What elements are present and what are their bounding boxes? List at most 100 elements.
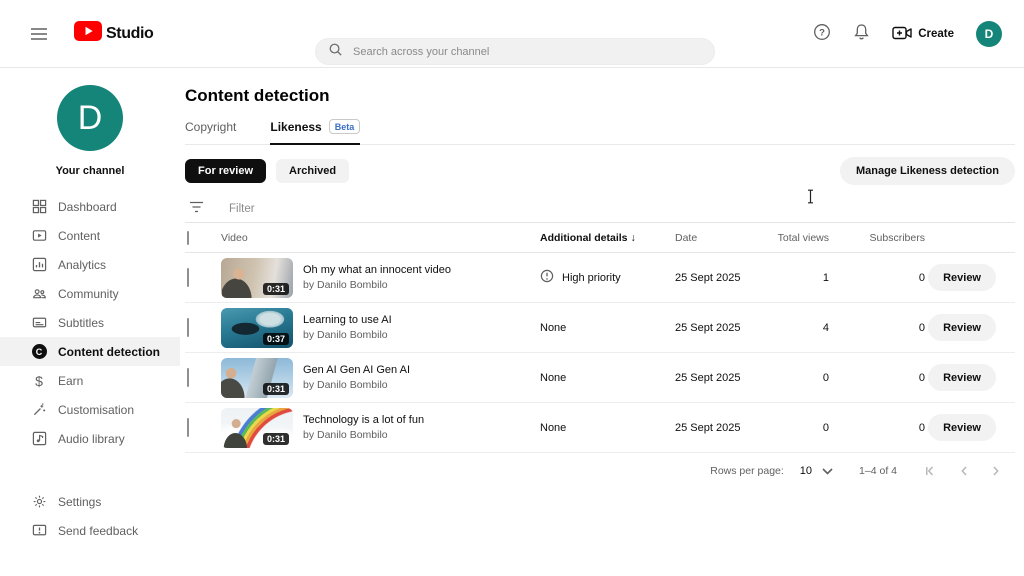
earn-icon: $ bbox=[35, 372, 43, 389]
table-row[interactable]: 0:31 Oh my what an innocent video by Dan… bbox=[185, 253, 1015, 303]
row-checkbox[interactable] bbox=[187, 367, 189, 387]
sidebar-item-audio-library[interactable]: Audio library bbox=[0, 424, 180, 453]
sort-descending-icon: ↓ bbox=[630, 231, 636, 244]
sidebar-item-analytics[interactable]: Analytics bbox=[0, 250, 180, 279]
youtube-studio-app: Studio ? Create D D bbox=[0, 0, 1024, 576]
sidebar-item-customisation[interactable]: Customisation bbox=[0, 395, 180, 424]
previous-page-icon[interactable] bbox=[960, 466, 968, 476]
analytics-icon bbox=[31, 257, 47, 273]
review-button[interactable]: Review bbox=[928, 364, 996, 391]
tab-likeness[interactable]: Likeness Beta bbox=[270, 119, 361, 145]
subscribers-cell: 0 bbox=[918, 371, 925, 384]
column-subscribers: Subscribers bbox=[869, 231, 925, 244]
date-cell: 25 Sept 2025 bbox=[675, 371, 741, 384]
video-meta[interactable]: Gen AI Gen AI Gen AI by Danilo Bombilo bbox=[303, 364, 410, 391]
sidebar-item-send-feedback[interactable]: Send feedback bbox=[0, 516, 180, 545]
row-checkbox[interactable] bbox=[187, 267, 189, 287]
main-content: Content detection Copyright Likeness Bet… bbox=[180, 68, 1024, 576]
channel-avatar[interactable]: D bbox=[57, 85, 123, 151]
sidebar-item-subtitles[interactable]: Subtitles bbox=[0, 308, 180, 337]
subscribers-cell: 0 bbox=[918, 271, 925, 284]
notifications-icon[interactable] bbox=[853, 23, 870, 46]
rows-per-page-value[interactable]: 10 bbox=[800, 465, 812, 477]
video-thumbnail[interactable]: 0:37 bbox=[221, 307, 293, 348]
duration-badge: 0:37 bbox=[262, 332, 289, 345]
first-page-icon[interactable] bbox=[925, 466, 936, 476]
filter-chip-for-review[interactable]: For review bbox=[185, 159, 267, 183]
next-page-icon[interactable] bbox=[992, 466, 1000, 476]
search-bar[interactable] bbox=[315, 38, 715, 65]
video-meta[interactable]: Learning to use AI by Danilo Bombilo bbox=[303, 314, 392, 341]
sidebar-item-community[interactable]: Community bbox=[0, 279, 180, 308]
duration-badge: 0:31 bbox=[262, 282, 289, 295]
row-checkbox[interactable] bbox=[187, 317, 189, 337]
video-title: Technology is a lot of fun bbox=[303, 414, 425, 426]
account-avatar[interactable]: D bbox=[976, 21, 1002, 47]
sidebar-item-content[interactable]: Content bbox=[0, 221, 180, 250]
filter-chip-archived[interactable]: Archived bbox=[276, 159, 350, 183]
settings-icon bbox=[31, 494, 47, 510]
select-all-checkbox[interactable] bbox=[187, 230, 189, 245]
menu-icon[interactable] bbox=[30, 27, 48, 41]
sidebar-item-dashboard[interactable]: Dashboard bbox=[0, 192, 180, 221]
youtube-studio-logo[interactable]: Studio bbox=[74, 21, 154, 46]
subscribers-cell: 0 bbox=[918, 421, 925, 434]
details-text: None bbox=[540, 421, 567, 434]
page-range-label: 1–4 of 4 bbox=[859, 465, 897, 477]
video-author: by Danilo Bombilo bbox=[303, 429, 388, 441]
search-input[interactable] bbox=[353, 45, 693, 58]
top-right-actions: ? Create D bbox=[813, 0, 1002, 68]
chevron-down-icon[interactable] bbox=[822, 467, 833, 475]
page-title: Content detection bbox=[185, 86, 330, 105]
sidebar-item-settings[interactable]: Settings bbox=[0, 487, 180, 516]
column-total-views: Total views bbox=[777, 231, 829, 244]
date-cell: 25 Sept 2025 bbox=[675, 271, 741, 284]
text-cursor-pointer bbox=[806, 189, 815, 209]
table-row[interactable]: 0:37 Learning to use AI by Danilo Bombil… bbox=[185, 303, 1015, 353]
beta-badge: Beta bbox=[328, 119, 361, 134]
search-icon bbox=[328, 42, 343, 62]
content-detection-icon: C bbox=[31, 344, 47, 360]
date-cell: 25 Sept 2025 bbox=[675, 321, 741, 334]
views-cell: 4 bbox=[822, 321, 829, 334]
sidebar-nav: Dashboard Content Analytics Community Su… bbox=[0, 192, 180, 453]
video-thumbnail[interactable]: 0:31 bbox=[221, 407, 293, 448]
details-text: None bbox=[540, 371, 567, 384]
sidebar-item-earn[interactable]: $ Earn bbox=[0, 366, 180, 395]
views-cell: 1 bbox=[822, 271, 829, 284]
table-pagination: Rows per page: 10 1–4 of 4 bbox=[185, 453, 1015, 489]
svg-text:?: ? bbox=[819, 27, 825, 38]
video-title: Gen AI Gen AI Gen AI bbox=[303, 364, 411, 376]
sidebar-footer: Settings Send feedback bbox=[0, 487, 180, 545]
filter-bar[interactable]: Filter bbox=[185, 195, 1015, 223]
audio-library-icon bbox=[31, 431, 47, 447]
review-button[interactable]: Review bbox=[928, 264, 996, 291]
date-cell: 25 Sept 2025 bbox=[675, 421, 741, 434]
table-row[interactable]: 0:31 Technology is a lot of fun by Danil… bbox=[185, 403, 1015, 453]
video-author: by Danilo Bombilo bbox=[303, 279, 388, 291]
table-row[interactable]: 0:31 Gen AI Gen AI Gen AI by Danilo Bomb… bbox=[185, 353, 1015, 403]
subscribers-cell: 0 bbox=[918, 321, 925, 334]
review-button[interactable]: Review bbox=[928, 314, 996, 341]
help-icon[interactable]: ? bbox=[813, 23, 831, 46]
create-button[interactable]: Create bbox=[892, 25, 954, 44]
subtitles-icon bbox=[31, 315, 47, 331]
video-meta[interactable]: Oh my what an innocent video by Danilo B… bbox=[303, 264, 451, 291]
column-video: Video bbox=[221, 231, 248, 244]
dashboard-icon bbox=[31, 199, 47, 215]
column-additional-details[interactable]: Additional details ↓ bbox=[533, 232, 669, 244]
filter-icon bbox=[189, 200, 204, 218]
tab-copyright[interactable]: Copyright bbox=[185, 119, 236, 144]
community-icon bbox=[31, 286, 47, 302]
video-meta[interactable]: Technology is a lot of fun by Danilo Bom… bbox=[303, 414, 424, 441]
duration-badge: 0:31 bbox=[262, 432, 289, 445]
sidebar-item-content-detection[interactable]: C Content detection bbox=[0, 337, 180, 366]
channel-block: D Your channel bbox=[0, 68, 180, 177]
video-title: Learning to use AI bbox=[303, 314, 392, 326]
manage-likeness-detection-button[interactable]: Manage Likeness detection bbox=[839, 157, 1015, 185]
row-checkbox[interactable] bbox=[187, 417, 189, 437]
views-cell: 0 bbox=[822, 371, 829, 384]
video-thumbnail[interactable]: 0:31 bbox=[221, 357, 293, 398]
video-thumbnail[interactable]: 0:31 bbox=[221, 257, 293, 298]
review-button[interactable]: Review bbox=[928, 414, 996, 441]
